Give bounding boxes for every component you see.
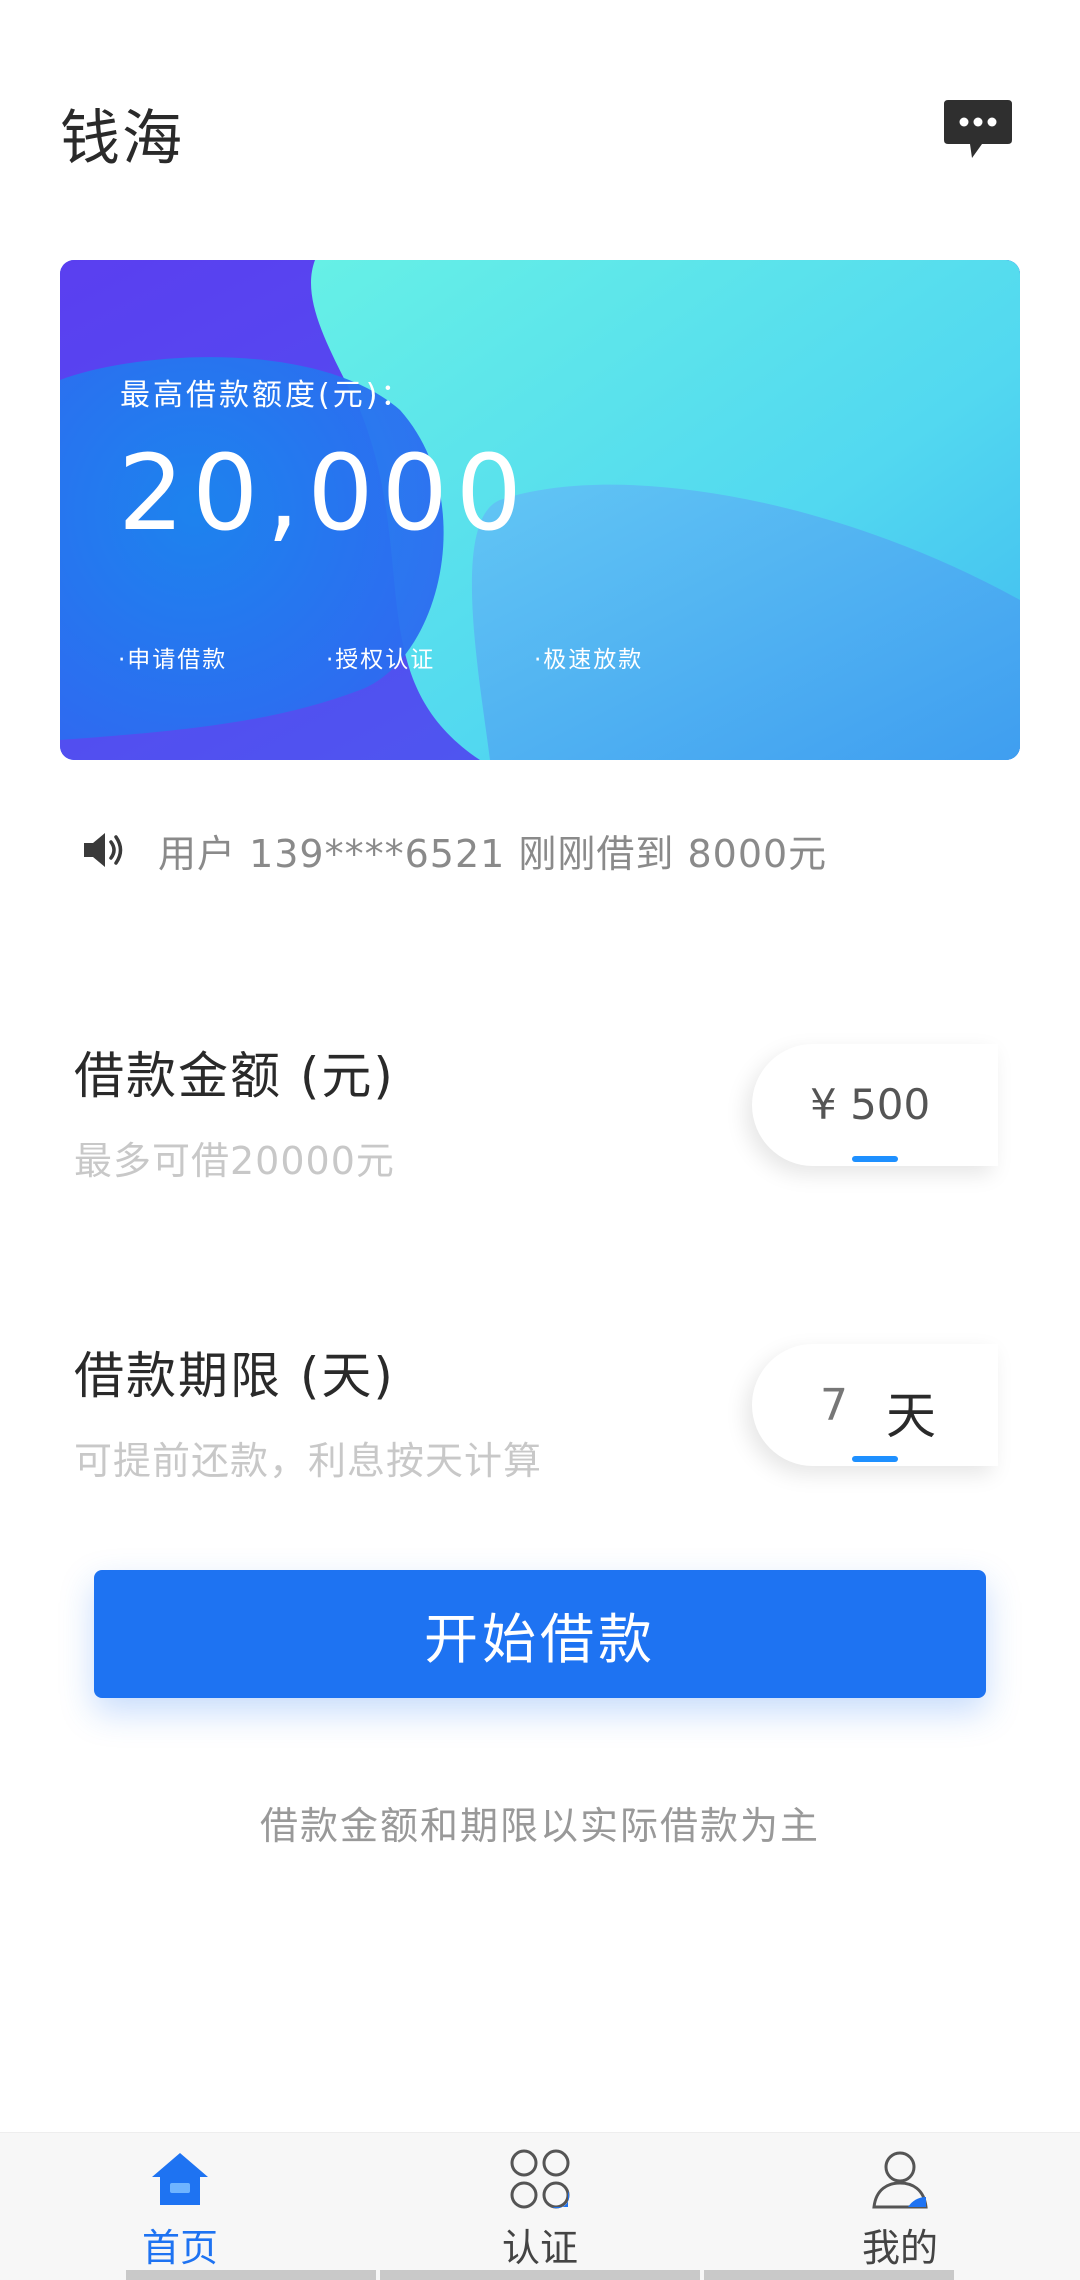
user-icon: [872, 2151, 928, 2209]
chat-bubble-icon[interactable]: [942, 98, 1014, 164]
home-icon: [152, 2153, 208, 2205]
speaker-icon: [84, 833, 123, 867]
loan-term-indicator: [852, 1456, 898, 1462]
nav-item-verify[interactable]: 认证: [360, 2133, 720, 2280]
nav-item-home[interactable]: 首页: [0, 2133, 360, 2280]
loan-amount-hint: 最多可借20000元: [74, 1139, 395, 1183]
nav-item-mine[interactable]: 我的: [720, 2133, 1080, 2280]
loan-amount-title: 借款金额 (元): [74, 1047, 395, 1105]
nav-label-mine: 我的: [861, 2226, 938, 2270]
loan-amount-value: ¥ 500: [810, 1080, 931, 1129]
loan-amount-selector[interactable]: ¥ 500: [752, 1044, 998, 1166]
credit-limit-label: 最高借款额度(元)：: [120, 378, 414, 413]
feature-authorize: ·授权认证: [326, 647, 436, 673]
credit-limit-banner: 最高借款额度(元)： 20,000 ·申请借款 ·授权认证 ·极速放款: [60, 260, 1020, 760]
nav-label-verify: 认证: [501, 2226, 578, 2270]
nav-label-home: 首页: [141, 2226, 218, 2270]
gesture-bar-left: [126, 2270, 376, 2280]
loan-term-value: 7: [820, 1380, 848, 1431]
loan-term-selector[interactable]: 7 天: [752, 1344, 998, 1466]
feature-fast-payout: ·极速放款: [534, 647, 644, 673]
loan-term-unit: 天: [886, 1387, 936, 1445]
loan-notice-ticker: 用户 139****6521 刚刚借到 8000元: [80, 820, 827, 880]
loan-term-hint: 可提前还款，利息按天计算: [74, 1439, 543, 1483]
app-title: 钱海: [60, 104, 184, 174]
disclaimer-text: 借款金额和期限以实际借款为主: [259, 1804, 820, 1848]
loan-home-page: 钱海 最高借款额度(元)： 20,000 ·申请借款 ·授权认证 ·极速放款 用…: [0, 0, 1080, 2280]
feature-apply: ·申请借款: [118, 647, 228, 673]
grid-icon: [510, 2149, 570, 2209]
loan-term-title: 借款期限 (天): [74, 1347, 395, 1405]
gesture-bar-right: [704, 2270, 954, 2280]
bottom-nav: 首页 认证 我的: [0, 2132, 1080, 2280]
credit-limit-amount: 20,000: [118, 432, 530, 554]
start-loan-button[interactable]: 开始借款: [94, 1570, 986, 1698]
notice-text: 用户 139****6521 刚刚借到 8000元: [158, 831, 828, 876]
gesture-bar-middle: [380, 2270, 700, 2280]
loan-amount-indicator: [852, 1156, 898, 1162]
